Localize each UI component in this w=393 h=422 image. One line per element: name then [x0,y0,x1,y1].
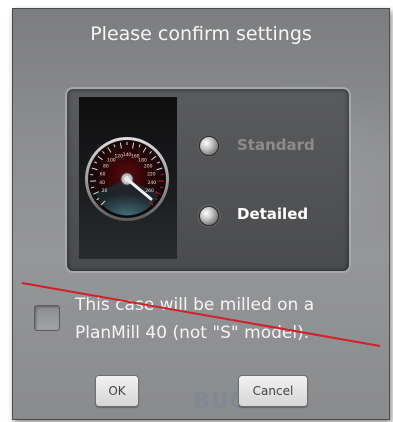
red-annotation-line [21,282,381,347]
